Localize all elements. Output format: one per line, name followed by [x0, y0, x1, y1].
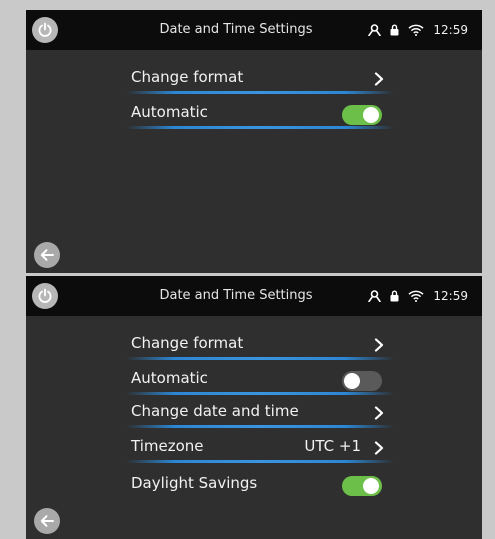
toggle-knob: [363, 107, 379, 123]
page-title: Date and Time Settings: [159, 22, 313, 37]
arrow-left-icon: [40, 249, 54, 261]
row-daylight-savings: Daylight Savings: [126, 470, 394, 500]
back-button[interactable]: [34, 242, 60, 268]
automatic-toggle[interactable]: [342, 105, 382, 125]
chevron-right-icon: [374, 441, 384, 455]
clock: 12:59: [433, 23, 468, 37]
back-button[interactable]: [34, 508, 60, 534]
row-divider: [126, 392, 394, 395]
row-label: Change date and time: [131, 402, 299, 420]
row-label: Change format: [131, 68, 244, 86]
page-title: Date and Time Settings: [159, 288, 313, 303]
row-label: Timezone: [131, 437, 204, 455]
settings-screen-automatic-on: Date and Time Settings 12:59 Change form…: [26, 10, 482, 273]
row-divider: [126, 357, 394, 360]
lock-icon: [390, 24, 399, 36]
row-change-format[interactable]: Change format: [126, 330, 394, 360]
row-automatic: Automatic: [126, 99, 394, 129]
settings-screen-automatic-off: Date and Time Settings 12:59 Change form…: [26, 276, 482, 539]
user-icon: [368, 290, 382, 302]
row-change-format[interactable]: Change format: [126, 64, 394, 94]
clock: 12:59: [433, 289, 468, 303]
daylight-savings-toggle[interactable]: [342, 476, 382, 496]
power-button[interactable]: [32, 17, 58, 43]
row-label: Automatic: [131, 369, 208, 387]
chevron-right-icon: [374, 406, 384, 420]
row-automatic: Automatic: [126, 365, 394, 395]
toggle-knob: [363, 478, 379, 494]
timezone-value: UTC +1: [304, 437, 361, 455]
chevron-right-icon: [374, 72, 384, 86]
status-bar: Date and Time Settings 12:59: [26, 276, 482, 316]
status-icons: 12:59: [368, 10, 468, 50]
row-label: Daylight Savings: [131, 474, 258, 492]
row-divider: [126, 126, 394, 129]
arrow-left-icon: [40, 515, 54, 527]
power-icon: [38, 22, 52, 37]
user-icon: [368, 24, 382, 36]
wifi-icon: [408, 24, 424, 36]
row-label: Change format: [131, 334, 244, 352]
row-label: Automatic: [131, 103, 208, 121]
wifi-icon: [408, 290, 424, 302]
automatic-toggle[interactable]: [342, 371, 382, 391]
power-icon: [38, 288, 52, 303]
status-icons: 12:59: [368, 276, 468, 316]
row-divider: [126, 425, 394, 428]
toggle-knob: [344, 373, 360, 389]
row-change-date-time[interactable]: Change date and time: [126, 398, 394, 428]
chevron-right-icon: [374, 338, 384, 352]
power-button[interactable]: [32, 283, 58, 309]
row-timezone[interactable]: Timezone UTC +1: [126, 433, 394, 463]
row-divider: [126, 460, 394, 463]
row-divider: [126, 91, 394, 94]
status-bar: Date and Time Settings 12:59: [26, 10, 482, 50]
lock-icon: [390, 290, 399, 302]
device-frame: Date and Time Settings 12:59 Change form…: [0, 0, 495, 539]
